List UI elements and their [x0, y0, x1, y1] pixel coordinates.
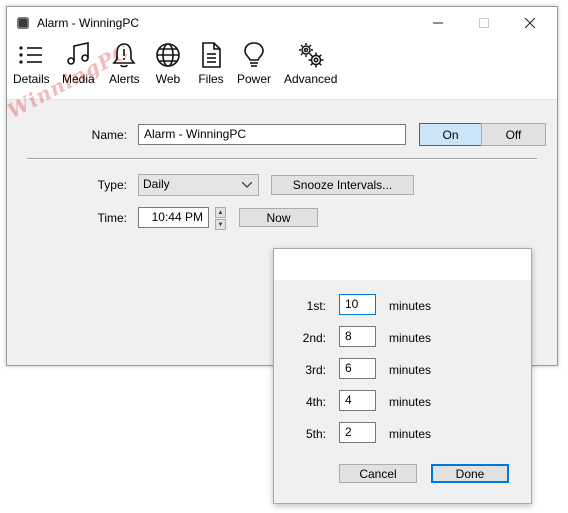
list-icon — [19, 46, 43, 64]
interval-unit: minutes — [389, 363, 432, 377]
interval-input-3[interactable]: 6 — [339, 358, 376, 379]
minimize-icon — [433, 22, 443, 24]
title-bar[interactable]: Alarm - WinningPC — [7, 7, 557, 39]
interval-input-2[interactable]: 8 — [339, 326, 376, 347]
interval-input-4[interactable]: 4 — [339, 390, 376, 411]
type-value: Daily — [143, 177, 170, 191]
lightbulb-icon — [244, 42, 264, 67]
maximize-icon — [479, 18, 489, 28]
interval-label-5: 5th: — [305, 427, 326, 441]
now-button[interactable]: Now — [239, 208, 318, 227]
snooze-intervals-popup: 1st: 10 minutes 2nd: 8 minutes 3rd: 6 mi… — [273, 248, 532, 504]
interval-input-5[interactable]: 2 — [339, 422, 376, 443]
minimize-button[interactable] — [415, 7, 461, 39]
toolbar-label: Web — [155, 72, 181, 86]
on-toggle[interactable]: On — [419, 123, 482, 146]
window-title: Alarm - WinningPC — [37, 16, 140, 30]
name-input[interactable]: Alarm - WinningPC — [138, 124, 406, 145]
music-note-icon — [67, 42, 90, 65]
interval-unit: minutes — [389, 395, 432, 409]
cancel-button[interactable]: Cancel — [339, 464, 417, 483]
separator — [27, 158, 537, 160]
gears-icon — [298, 43, 324, 68]
toolbar-alerts[interactable]: Alerts — [109, 41, 140, 86]
time-label: Time: — [97, 211, 127, 225]
toolbar-power[interactable]: Power — [237, 41, 271, 86]
document-icon — [202, 42, 221, 68]
toolbar-web[interactable]: Web — [154, 41, 182, 86]
spin-down-icon[interactable]: ▼ — [215, 219, 226, 230]
toolbar-label: Media — [62, 72, 95, 86]
time-input[interactable]: 10:44 PM — [138, 207, 209, 228]
maximize-button — [461, 7, 507, 39]
toolbar-label: Files — [198, 72, 224, 86]
spin-up-icon[interactable]: ▲ — [215, 207, 226, 218]
interval-unit: minutes — [389, 299, 432, 313]
done-button[interactable]: Done — [431, 464, 509, 483]
interval-label-2: 2nd: — [302, 331, 326, 345]
toolbar-media[interactable]: Media — [62, 41, 95, 86]
snooze-intervals-button[interactable]: Snooze Intervals... — [271, 175, 414, 195]
toolbar-label: Power — [237, 72, 272, 86]
chevron-down-icon — [242, 182, 252, 188]
off-toggle[interactable]: Off — [481, 123, 546, 146]
type-dropdown[interactable]: Daily — [138, 174, 259, 196]
bell-icon — [112, 43, 136, 68]
toolbar-files[interactable]: Files — [197, 41, 225, 86]
close-button[interactable] — [507, 7, 553, 39]
popup-title-bar[interactable] — [274, 249, 531, 280]
interval-label-3: 3rd: — [305, 363, 326, 377]
toolbar-label: Advanced — [284, 72, 338, 86]
interval-unit: minutes — [389, 331, 432, 345]
toolbar-advanced[interactable]: Advanced — [284, 41, 337, 86]
type-label: Type: — [97, 178, 127, 192]
close-icon — [525, 18, 535, 28]
time-spinner[interactable]: ▲ ▼ — [215, 207, 226, 230]
toolbar-label: Details — [13, 72, 50, 86]
interval-label-1: 1st: — [306, 299, 326, 313]
app-icon — [17, 17, 29, 29]
globe-icon — [156, 43, 180, 67]
interval-label-4: 4th: — [305, 395, 326, 409]
toolbar-details[interactable]: Details — [13, 41, 50, 86]
name-label: Name: — [91, 128, 127, 142]
interval-input-1[interactable]: 10 — [339, 294, 376, 315]
toolbar: WinningPC Details Media Alerts Web Files… — [3, 39, 557, 123]
toolbar-label: Alerts — [109, 72, 140, 86]
interval-unit: minutes — [389, 427, 432, 441]
